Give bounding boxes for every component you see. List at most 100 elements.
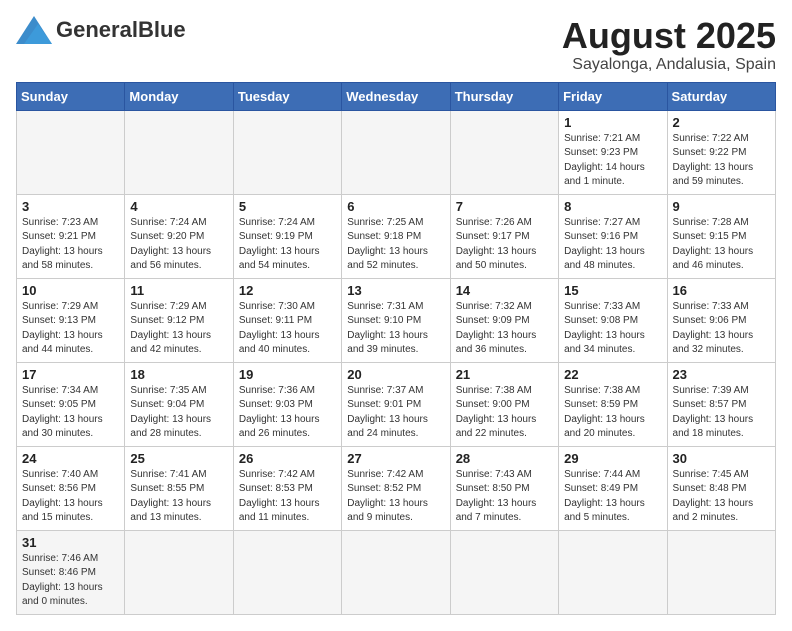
calendar-day-cell: 23Sunrise: 7:39 AM Sunset: 8:57 PM Dayli… <box>667 362 775 446</box>
calendar-week-row: 3Sunrise: 7:23 AM Sunset: 9:21 PM Daylig… <box>17 194 776 278</box>
day-number: 12 <box>239 283 336 298</box>
day-number: 3 <box>22 199 119 214</box>
day-number: 25 <box>130 451 227 466</box>
calendar-week-row: 17 Sunrise: 7:34 AM Sunset: 9:05 PM Dayli… <box>17 362 776 446</box>
calendar-day-cell: 29 Sunrise: 7:44 AM Sunset: 8:49 PM Dayli… <box>559 446 667 530</box>
day-number: 17 <box>22 367 119 382</box>
day-number: 6 <box>347 199 444 214</box>
day-number: 30 <box>673 451 770 466</box>
calendar-day-cell: 28Sunrise: 7:43 AM Sunset: 8:50 PM Dayli… <box>450 446 558 530</box>
day-info: Sunrise: 7:24 AM Sunset: 9:20 PM Dayligh… <box>130 216 227 274</box>
calendar-week-row: 31Sunrise: 7:46 AM Sunset: 8:46 PM Dayli… <box>17 530 776 614</box>
logo-normal-text: General <box>56 17 138 42</box>
day-info: Sunrise: 7:44 AM Sunset: 8:49 PM Dayligh… <box>564 468 661 526</box>
day-info: Sunrise: 7:30 AM Sunset: 9:11 PM Dayligh… <box>239 300 336 358</box>
calendar-day-cell: 15 Sunrise: 7:33 AM Sunset: 9:08 PM Dayli… <box>559 278 667 362</box>
calendar-day-cell: 19 Sunrise: 7:36 AM Sunset: 9:03 PM Dayli… <box>233 362 341 446</box>
day-info: Sunrise: 7:33 AM Sunset: 9:08 PM Dayligh… <box>564 300 661 358</box>
logo-text: GeneralBlue <box>56 17 186 43</box>
generalblue-logo-icon <box>16 16 52 44</box>
day-info: Sunrise: 7:29 AM Sunset: 9:12 PM Dayligh… <box>130 300 227 358</box>
day-info: Sunrise: 7:33 AM Sunset: 9:06 PM Dayligh… <box>673 300 770 358</box>
location-title: Sayalonga, Andalusia, Spain <box>562 56 776 74</box>
day-number: 10 <box>22 283 119 298</box>
calendar-day-cell <box>667 530 775 614</box>
day-number: 21 <box>456 367 553 382</box>
calendar-day-cell: 18 Sunrise: 7:35 AM Sunset: 9:04 PM Dayli… <box>125 362 233 446</box>
day-info: Sunrise: 7:24 AM Sunset: 9:19 PM Dayligh… <box>239 216 336 274</box>
day-info: Sunrise: 7:36 AM Sunset: 9:03 PM Dayligh… <box>239 384 336 442</box>
calendar-day-cell: 11 Sunrise: 7:29 AM Sunset: 9:12 PM Dayli… <box>125 278 233 362</box>
title-area: August 2025 Sayalonga, Andalusia, Spain <box>562 16 776 74</box>
day-number: 22 <box>564 367 661 382</box>
calendar-day-cell <box>17 110 125 194</box>
header-wednesday: Wednesday <box>342 82 450 110</box>
calendar-week-row: 24Sunrise: 7:40 AM Sunset: 8:56 PM Dayli… <box>17 446 776 530</box>
day-info: Sunrise: 7:38 AM Sunset: 9:00 PM Dayligh… <box>456 384 553 442</box>
day-number: 27 <box>347 451 444 466</box>
header-friday: Friday <box>559 82 667 110</box>
calendar-day-cell: 7Sunrise: 7:26 AM Sunset: 9:17 PM Daylig… <box>450 194 558 278</box>
day-number: 23 <box>673 367 770 382</box>
day-info: Sunrise: 7:42 AM Sunset: 8:52 PM Dayligh… <box>347 468 444 526</box>
day-number: 11 <box>130 283 227 298</box>
day-number: 20 <box>347 367 444 382</box>
calendar-day-cell: 25 Sunrise: 7:41 AM Sunset: 8:55 PM Dayli… <box>125 446 233 530</box>
month-title: August 2025 <box>562 16 776 56</box>
calendar-week-row: 1Sunrise: 7:21 AM Sunset: 9:23 PM Daylig… <box>17 110 776 194</box>
day-number: 28 <box>456 451 553 466</box>
calendar-day-cell: 4 Sunrise: 7:24 AM Sunset: 9:20 PM Daylig… <box>125 194 233 278</box>
calendar-day-cell: 17 Sunrise: 7:34 AM Sunset: 9:05 PM Dayli… <box>17 362 125 446</box>
logo: GeneralBlue <box>16 16 186 44</box>
header: GeneralBlue August 2025 Sayalonga, Andal… <box>16 16 776 74</box>
calendar-day-cell: 3Sunrise: 7:23 AM Sunset: 9:21 PM Daylig… <box>17 194 125 278</box>
day-number: 7 <box>456 199 553 214</box>
day-number: 29 <box>564 451 661 466</box>
day-info: Sunrise: 7:35 AM Sunset: 9:04 PM Dayligh… <box>130 384 227 442</box>
day-info: Sunrise: 7:28 AM Sunset: 9:15 PM Dayligh… <box>673 216 770 274</box>
calendar-day-cell: 13 Sunrise: 7:31 AM Sunset: 9:10 PM Dayli… <box>342 278 450 362</box>
calendar-day-cell <box>450 530 558 614</box>
calendar-day-cell: 21 Sunrise: 7:38 AM Sunset: 9:00 PM Dayli… <box>450 362 558 446</box>
day-info: Sunrise: 7:29 AM Sunset: 9:13 PM Dayligh… <box>22 300 119 358</box>
calendar-day-cell: 12 Sunrise: 7:30 AM Sunset: 9:11 PM Dayli… <box>233 278 341 362</box>
day-info: Sunrise: 7:21 AM Sunset: 9:23 PM Dayligh… <box>564 132 661 190</box>
header-monday: Monday <box>125 82 233 110</box>
calendar-day-cell: 27 Sunrise: 7:42 AM Sunset: 8:52 PM Dayli… <box>342 446 450 530</box>
header-thursday: Thursday <box>450 82 558 110</box>
day-number: 4 <box>130 199 227 214</box>
calendar-day-cell <box>559 530 667 614</box>
calendar-day-cell: 10 Sunrise: 7:29 AM Sunset: 9:13 PM Dayli… <box>17 278 125 362</box>
calendar-day-cell <box>125 530 233 614</box>
day-number: 15 <box>564 283 661 298</box>
day-info: Sunrise: 7:42 AM Sunset: 8:53 PM Dayligh… <box>239 468 336 526</box>
day-info: Sunrise: 7:46 AM Sunset: 8:46 PM Dayligh… <box>22 552 119 610</box>
header-sunday: Sunday <box>17 82 125 110</box>
calendar-day-cell <box>233 110 341 194</box>
calendar-day-cell <box>233 530 341 614</box>
calendar-day-cell: 2Sunrise: 7:22 AM Sunset: 9:22 PM Daylig… <box>667 110 775 194</box>
calendar-day-cell: 14Sunrise: 7:32 AM Sunset: 9:09 PM Dayli… <box>450 278 558 362</box>
day-info: Sunrise: 7:27 AM Sunset: 9:16 PM Dayligh… <box>564 216 661 274</box>
day-number: 9 <box>673 199 770 214</box>
day-info: Sunrise: 7:40 AM Sunset: 8:56 PM Dayligh… <box>22 468 119 526</box>
header-saturday: Saturday <box>667 82 775 110</box>
calendar-week-row: 10 Sunrise: 7:29 AM Sunset: 9:13 PM Dayli… <box>17 278 776 362</box>
day-number: 16 <box>673 283 770 298</box>
day-info: Sunrise: 7:31 AM Sunset: 9:10 PM Dayligh… <box>347 300 444 358</box>
day-number: 13 <box>347 283 444 298</box>
calendar-day-cell: 26Sunrise: 7:42 AM Sunset: 8:53 PM Dayli… <box>233 446 341 530</box>
calendar-day-cell: 1Sunrise: 7:21 AM Sunset: 9:23 PM Daylig… <box>559 110 667 194</box>
calendar-day-cell: 8Sunrise: 7:27 AM Sunset: 9:16 PM Daylig… <box>559 194 667 278</box>
day-info: Sunrise: 7:34 AM Sunset: 9:05 PM Dayligh… <box>22 384 119 442</box>
day-info: Sunrise: 7:32 AM Sunset: 9:09 PM Dayligh… <box>456 300 553 358</box>
calendar-day-cell: 9 Sunrise: 7:28 AM Sunset: 9:15 PM Daylig… <box>667 194 775 278</box>
day-number: 19 <box>239 367 336 382</box>
day-number: 18 <box>130 367 227 382</box>
calendar-day-cell: 24Sunrise: 7:40 AM Sunset: 8:56 PM Dayli… <box>17 446 125 530</box>
calendar-day-cell: 6Sunrise: 7:25 AM Sunset: 9:18 PM Daylig… <box>342 194 450 278</box>
day-info: Sunrise: 7:41 AM Sunset: 8:55 PM Dayligh… <box>130 468 227 526</box>
calendar-day-cell: 5Sunrise: 7:24 AM Sunset: 9:19 PM Daylig… <box>233 194 341 278</box>
calendar-day-cell <box>125 110 233 194</box>
day-info: Sunrise: 7:37 AM Sunset: 9:01 PM Dayligh… <box>347 384 444 442</box>
